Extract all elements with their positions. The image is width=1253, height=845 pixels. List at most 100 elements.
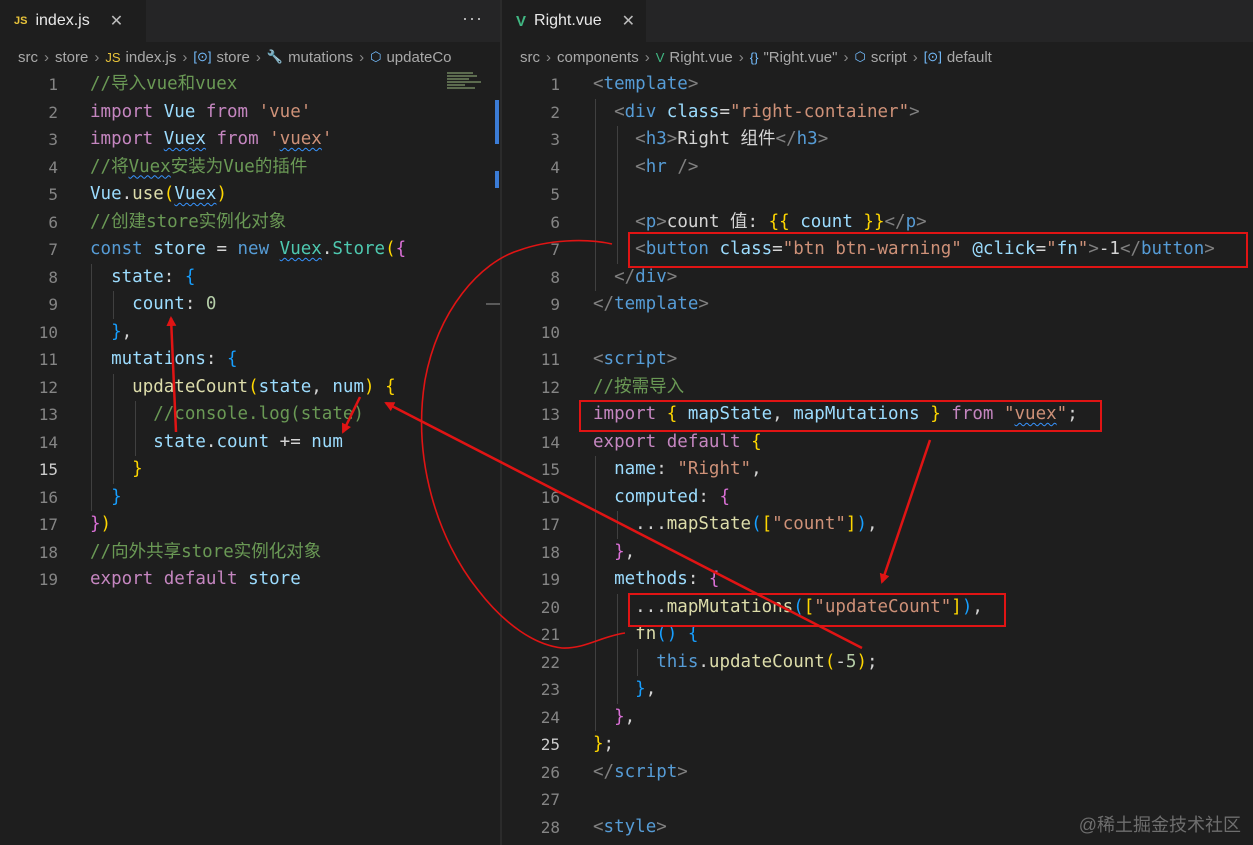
breadcrumb-item[interactable]: store: [217, 49, 250, 66]
line-number: 26: [540, 762, 560, 782]
minimap[interactable]: [447, 72, 483, 102]
code-line[interactable]: 25};: [502, 731, 1253, 759]
chevron-right-icon: ›: [843, 48, 849, 66]
tab-right-vue[interactable]: V Right.vue ✕: [502, 0, 646, 42]
breadcrumb-item[interactable]: script: [871, 49, 907, 66]
code-text: //导入vue和vuex: [90, 74, 238, 94]
annotation-box-mapmutations: [628, 593, 1006, 627]
code-text: },: [614, 706, 636, 727]
code-line[interactable]: 23 },: [502, 676, 1253, 704]
code-line[interactable]: 16 computed: {: [502, 484, 1253, 512]
line-number: 23: [540, 680, 560, 699]
line-number: 17: [540, 515, 560, 534]
line-number: 2: [550, 102, 560, 122]
code-line[interactable]: 15 name: "Right",: [502, 456, 1253, 484]
breadcrumb-item[interactable]: src: [520, 49, 540, 66]
code-line[interactable]: 9 count: 0: [0, 291, 500, 319]
code-line[interactable]: 10 },: [0, 319, 500, 347]
chevron-right-icon: ›: [182, 48, 188, 66]
chevron-right-icon: ›: [644, 48, 650, 66]
breadcrumb-item[interactable]: default: [947, 49, 992, 66]
breadcrumb-item[interactable]: index.js: [126, 49, 177, 66]
code-line[interactable]: 5 Vue.use(Vuex): [0, 181, 500, 209]
code-line[interactable]: 9 </template>: [502, 291, 1253, 319]
line-number: 18: [540, 542, 560, 562]
code-text: },: [111, 321, 133, 342]
code-line[interactable]: 4 <hr />: [502, 154, 1253, 182]
code-line[interactable]: 13 //console.log(state): [0, 401, 500, 429]
chevron-right-icon: ›: [546, 48, 551, 66]
code-line[interactable]: 15 }: [0, 456, 500, 484]
code-text: },: [614, 541, 636, 562]
code-text: }): [90, 514, 112, 534]
chevron-right-icon: ›: [44, 48, 49, 66]
scrollbar-thumb[interactable]: [486, 303, 500, 305]
line-number: 7: [550, 240, 560, 259]
line-number: 20: [540, 597, 560, 617]
code-line[interactable]: 18 //向外共享store实例化对象: [0, 539, 500, 567]
code-line[interactable]: 1 <template>: [502, 71, 1253, 99]
code-text: //将Vuex安装为Vue的插件: [90, 156, 308, 177]
code-line[interactable]: 4 //将Vuex安装为Vue的插件: [0, 154, 500, 182]
indent-guide: [91, 263, 92, 511]
breadcrumb-symbol-icon: {}: [749, 49, 759, 65]
code-text: import Vue from 'vue': [90, 101, 312, 122]
code-line[interactable]: 12 //按需导入: [502, 374, 1253, 402]
code-line[interactable]: 1 //导入vue和vuex: [0, 71, 500, 99]
code-line[interactable]: 5: [502, 181, 1253, 209]
code-line[interactable]: 12 updateCount(state, num) {: [0, 374, 500, 402]
line-number: 9: [48, 295, 58, 314]
breadcrumb-item[interactable]: "Right.vue": [763, 49, 837, 66]
indent-guide: [617, 511, 618, 539]
code-line[interactable]: 7 const store = new Vuex.Store({: [0, 236, 500, 264]
code-line[interactable]: 11 <script>: [502, 346, 1253, 374]
close-icon[interactable]: ✕: [110, 11, 123, 31]
line-number: 2: [48, 102, 58, 122]
code-line[interactable]: 10: [502, 319, 1253, 347]
code-line[interactable]: 3 import Vuex from 'vuex': [0, 126, 500, 154]
code-line[interactable]: 17 ...mapState(["count"]),: [502, 511, 1253, 539]
code-line[interactable]: 2 <div class="right-container">: [502, 99, 1253, 127]
code-line[interactable]: 27: [502, 786, 1253, 814]
code-line[interactable]: 26 </script>: [502, 759, 1253, 787]
more-actions-icon[interactable]: ···: [462, 8, 483, 29]
breadcrumb-item[interactable]: store: [55, 49, 88, 66]
left-editor-pane[interactable]: JS index.js ✕ ··· src › store › JS index.js › […: [0, 0, 500, 845]
code-line[interactable]: 22 this.updateCount(-5);: [502, 649, 1253, 677]
breadcrumb-item[interactable]: updateCo: [386, 49, 451, 66]
code-text: <div class="right-container">: [614, 101, 920, 122]
code-text: //按需导入: [593, 376, 685, 397]
line-number: 15: [38, 460, 58, 479]
close-icon[interactable]: ✕: [622, 11, 635, 31]
code-line[interactable]: 8 state: {: [0, 264, 500, 292]
code-line[interactable]: 24 },: [502, 704, 1253, 732]
code-line[interactable]: 19 methods: {: [502, 566, 1253, 594]
code-line[interactable]: 19 export default store: [0, 566, 500, 594]
code-line[interactable]: 2 import Vue from 'vue': [0, 99, 500, 127]
code-line[interactable]: 11 mutations: {: [0, 346, 500, 374]
chevron-right-icon: ›: [359, 48, 365, 66]
code-text: const store = new Vuex.Store({: [90, 239, 407, 259]
breadcrumb-item[interactable]: src: [18, 49, 38, 66]
code-line[interactable]: 14 state.count += num: [0, 429, 500, 457]
code-text: //console.log(state): [153, 404, 364, 424]
breadcrumb-item[interactable]: components: [557, 49, 639, 66]
breadcrumb-item[interactable]: Right.vue: [669, 49, 732, 66]
code-line[interactable]: 14 export default {: [502, 429, 1253, 457]
line-number: 22: [540, 652, 560, 672]
line-number: 10: [540, 322, 560, 342]
code-line[interactable]: 16 }: [0, 484, 500, 512]
right-tab-bar: V Right.vue ✕: [502, 0, 1253, 42]
line-number: 5: [48, 185, 58, 204]
line-number: 3: [48, 130, 58, 149]
code-text: computed: {: [614, 486, 730, 507]
line-number: 15: [540, 460, 560, 479]
tab-index-js[interactable]: JS index.js ✕: [0, 0, 146, 42]
line-number: 27: [540, 790, 560, 809]
code-line[interactable]: 3 <h3>Right 组件</h3>: [502, 126, 1253, 154]
code-line[interactable]: 18 },: [502, 539, 1253, 567]
code-line[interactable]: 6 //创建store实例化对象: [0, 209, 500, 237]
breadcrumb-item[interactable]: mutations: [288, 49, 353, 66]
code-text: },: [635, 679, 657, 699]
code-line[interactable]: 17}): [0, 511, 500, 539]
